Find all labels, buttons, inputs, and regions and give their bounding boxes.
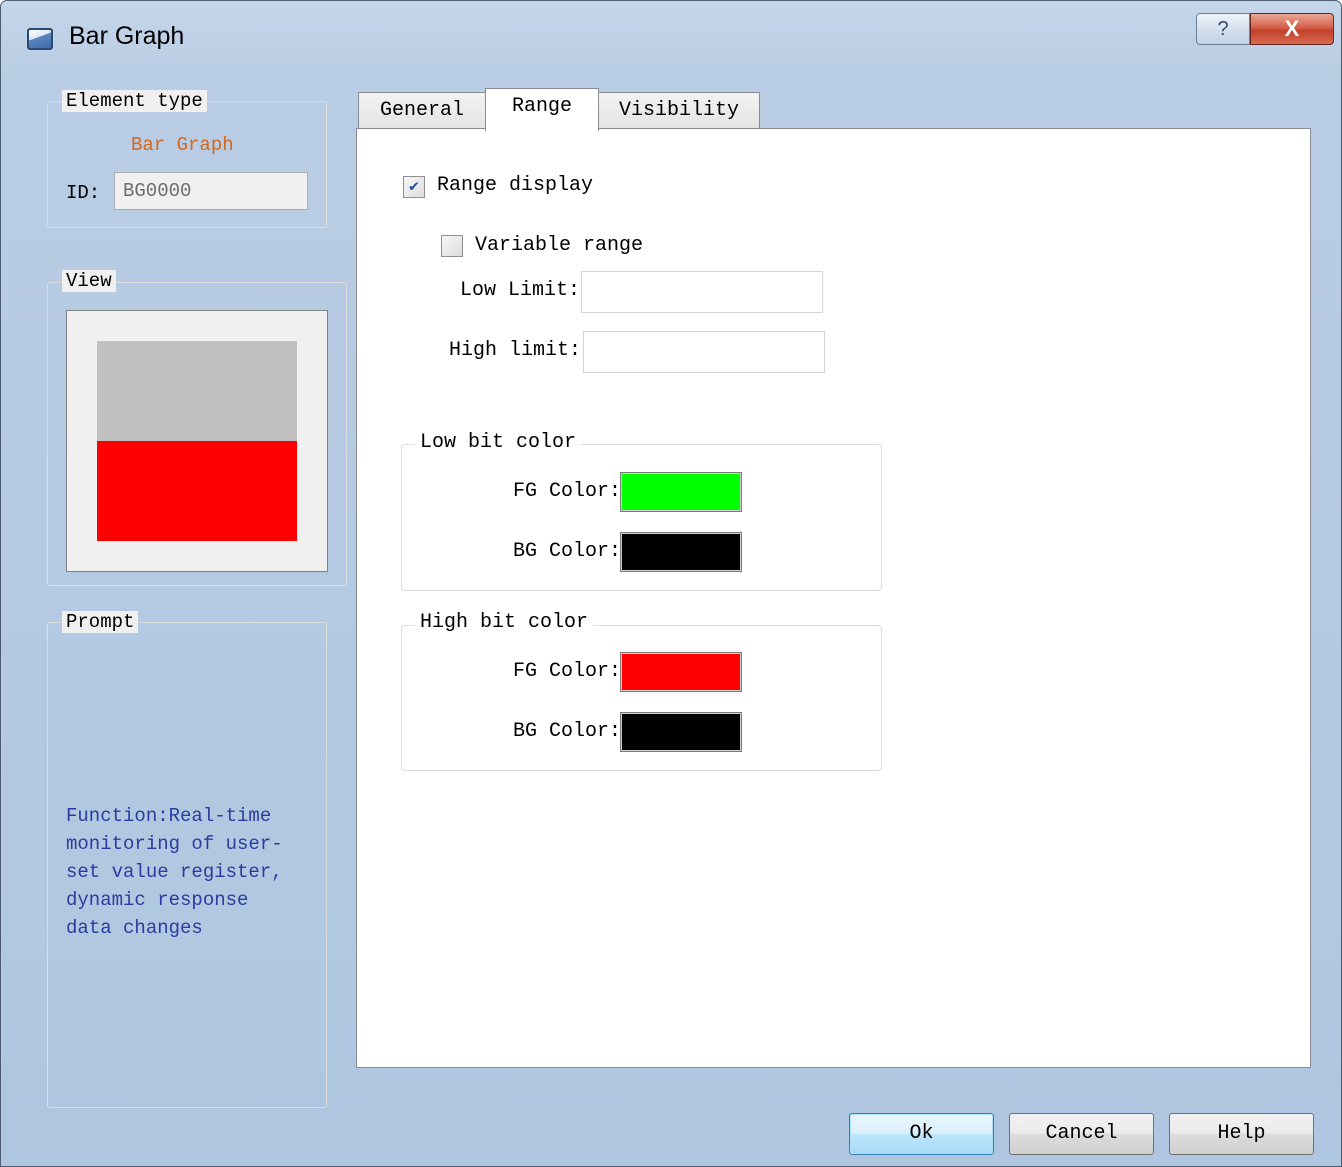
tab-range[interactable]: Range	[485, 88, 599, 131]
low-limit-input[interactable]	[581, 271, 823, 313]
low-bit-color-legend: Low bit color	[415, 431, 582, 454]
id-field: BG0000	[114, 172, 308, 210]
low-fg-color-swatch[interactable]	[620, 472, 742, 512]
close-button[interactable]: X	[1250, 13, 1334, 45]
view-legend: View	[62, 270, 116, 292]
low-fg-color-label: FG Color:	[513, 480, 622, 503]
element-type-legend: Element type	[62, 90, 207, 112]
preview-bar-fill	[97, 441, 297, 541]
title-bar[interactable]: Bar Graph ? X	[1, 1, 1341, 69]
bar-graph-app-icon	[27, 28, 53, 50]
low-bg-color-swatch[interactable]	[620, 532, 742, 572]
high-bg-color-label: BG Color:	[513, 720, 622, 743]
range-display-checkbox[interactable]: ✔	[403, 176, 425, 198]
high-limit-label: High limit:	[449, 339, 582, 362]
high-bit-color-legend: High bit color	[415, 611, 594, 634]
high-fg-color-swatch[interactable]	[620, 652, 742, 692]
help-title-button[interactable]: ?	[1196, 13, 1250, 45]
tab-visibility[interactable]: Visibility	[598, 92, 760, 130]
variable-range-label: Variable range	[475, 234, 644, 257]
range-display-label: Range display	[437, 174, 594, 197]
tab-general[interactable]: General	[358, 92, 486, 130]
prompt-legend: Prompt	[62, 611, 139, 633]
window-title: Bar Graph	[69, 22, 185, 50]
preview-bar	[97, 341, 297, 541]
high-fg-color-label: FG Color:	[513, 660, 622, 683]
variable-range-checkbox[interactable]	[441, 235, 463, 257]
bar-graph-preview	[66, 310, 328, 572]
low-limit-label: Low Limit:	[460, 279, 581, 302]
high-bg-color-swatch[interactable]	[620, 712, 742, 752]
element-type-value: Bar Graph	[131, 134, 234, 156]
cancel-button[interactable]: Cancel	[1009, 1113, 1154, 1155]
prompt-text: Function:Real-time monitoring of user- s…	[66, 805, 283, 939]
high-limit-input[interactable]	[583, 331, 825, 373]
range-tab-panel	[356, 128, 1311, 1068]
ok-button[interactable]: Ok	[849, 1113, 994, 1155]
preview-bar-empty	[97, 341, 297, 441]
id-label: ID:	[66, 182, 101, 204]
low-bg-color-label: BG Color:	[513, 540, 622, 563]
help-button[interactable]: Help	[1169, 1113, 1314, 1155]
